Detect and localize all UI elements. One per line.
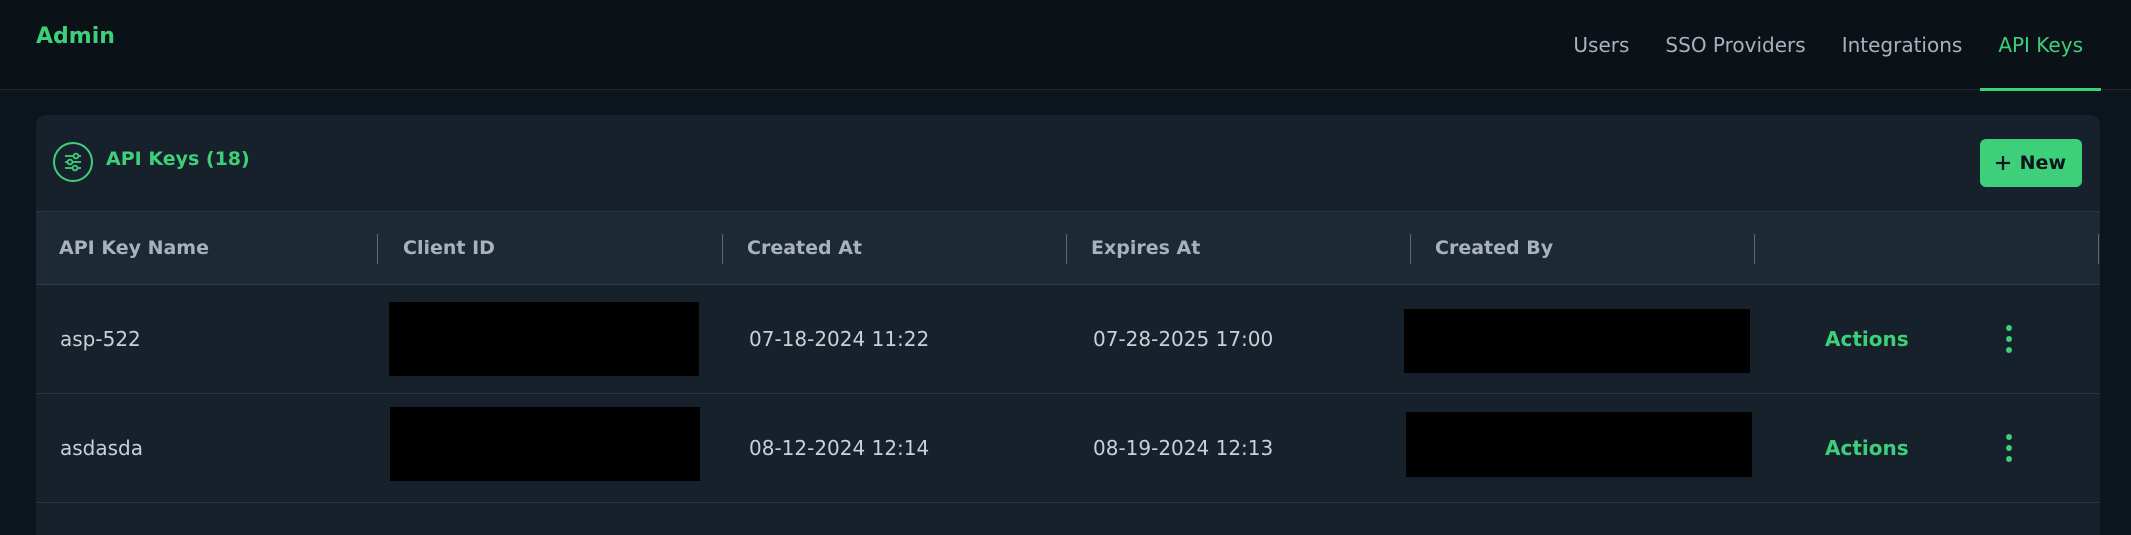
admin-nav-tabs: Users SSO Providers Integrations API Key… [1555, 0, 2131, 91]
tab-sso-providers[interactable]: SSO Providers [1647, 0, 1823, 90]
column-resize-handle[interactable] [2098, 234, 2099, 264]
table-row[interactable]: asp-522 07-18-2024 11:22 07-28-2025 17:0… [36, 285, 2100, 394]
column-header-created-at[interactable]: Created At [747, 212, 862, 284]
column-resize-handle[interactable] [1066, 234, 1067, 264]
card-header: API Keys (18) New [36, 115, 2100, 212]
api-key-name-cell: asdasda [60, 436, 143, 460]
created-at-cell: 07-18-2024 11:22 [749, 327, 930, 351]
more-options-icon[interactable] [1999, 325, 2019, 353]
brand-title: Admin [36, 24, 115, 49]
table-row[interactable]: asdasda 08-12-2024 12:14 08-19-2024 12:1… [36, 394, 2100, 503]
card-title: API Keys (18) [106, 148, 250, 170]
tab-users[interactable]: Users [1555, 0, 1647, 90]
sliders-icon [65, 152, 81, 172]
new-button-label: New [2019, 152, 2066, 174]
column-header-expires-at[interactable]: Expires At [1091, 212, 1200, 284]
more-options-icon[interactable] [1999, 434, 2019, 462]
created-at-cell: 08-12-2024 12:14 [749, 436, 930, 460]
plus-icon [1995, 156, 2010, 170]
actions-link[interactable]: Actions [1825, 285, 1909, 393]
new-api-key-button[interactable]: New [1979, 139, 2082, 187]
actions-link[interactable]: Actions [1825, 394, 1909, 502]
table-header: API Key Name Client ID Created At Expire… [36, 212, 2100, 285]
expires-at-cell: 08-19-2024 12:13 [1093, 436, 1274, 460]
column-resize-handle[interactable] [722, 234, 723, 264]
column-header-created-by[interactable]: Created By [1435, 212, 1553, 284]
filter-button[interactable] [53, 142, 93, 182]
expires-at-cell: 07-28-2025 17:00 [1093, 327, 1274, 351]
column-header-api-key-name[interactable]: API Key Name [59, 212, 209, 284]
tab-api-keys[interactable]: API Keys [1980, 0, 2101, 91]
column-header-client-id[interactable]: Client ID [403, 212, 495, 284]
column-resize-handle[interactable] [377, 234, 378, 264]
top-navigation-bar: Admin Users SSO Providers Integrations A… [0, 0, 2131, 91]
redacted-client-id [390, 407, 700, 481]
redacted-client-id [389, 302, 699, 376]
redacted-created-by [1406, 412, 1752, 477]
api-key-name-cell: asp-522 [60, 327, 141, 351]
redacted-created-by [1404, 309, 1750, 373]
tab-integrations[interactable]: Integrations [1824, 0, 1981, 90]
column-resize-handle[interactable] [1410, 234, 1411, 264]
api-keys-card: API Keys (18) New API Key Name Client ID… [36, 115, 2100, 535]
column-resize-handle[interactable] [1754, 234, 1755, 264]
